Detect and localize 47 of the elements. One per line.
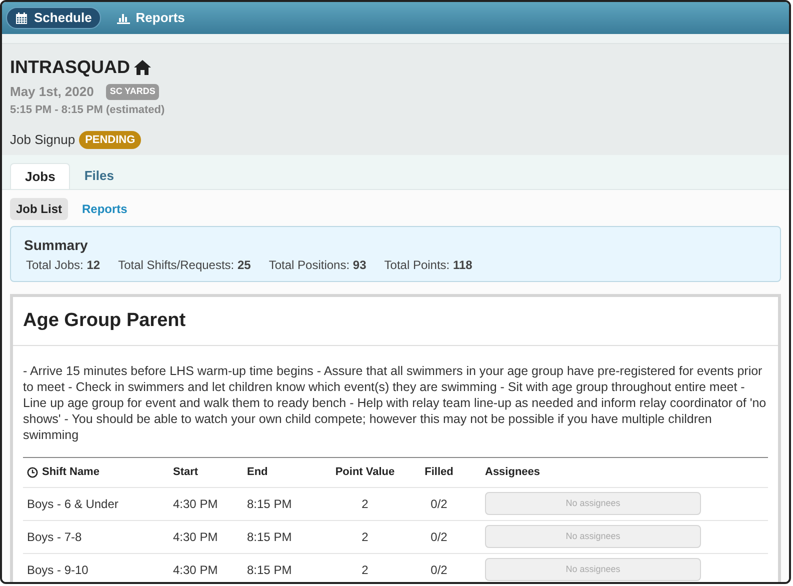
tab[interactable]: Jobs bbox=[10, 163, 70, 189]
summary-stat: Total Positions: 93 bbox=[268, 257, 366, 274]
subtab[interactable]: Reports bbox=[76, 198, 134, 220]
column-header: Assignees bbox=[485, 466, 540, 478]
summary-stat: Total Shifts/Requests: 25 bbox=[118, 257, 251, 274]
column-header: Start bbox=[173, 466, 198, 478]
home-icon bbox=[134, 60, 151, 75]
summary-stat: Total Jobs: 12 bbox=[26, 257, 100, 274]
table-cell: 8:15 PM bbox=[247, 530, 292, 544]
job-description: - Arrive 15 minutes before LHS warm-up time begins - Assure that all swimmers in your age group have pre-registered for events prior to meet - Check in swimmers and let children know which event(s) they are swimming - Sit with age group throughout entire meet - Line up age group for event and walk them to ready bench - Help with relay team line-up as needed and inform relay coordinator of 'no shows' - You should be able to watch your own child compete; however this may not be possible if you have multiple children swimming bbox=[23, 362, 768, 442]
course-badge: SC YARDS bbox=[106, 84, 160, 100]
job-title: Age Group Parent bbox=[23, 309, 187, 333]
meet-title: INTRASQUAD bbox=[10, 56, 130, 79]
clock-icon bbox=[27, 466, 38, 478]
table-cell: 8:15 PM bbox=[247, 562, 292, 576]
subtab[interactable]: Job List bbox=[10, 198, 68, 220]
table-cell: 0/2 bbox=[430, 562, 448, 576]
table-cell: 2 bbox=[362, 496, 368, 510]
assignees-field: No assignees bbox=[485, 492, 701, 515]
meet-time: 5:15 PM - 8:15 PM (estimated) bbox=[10, 102, 166, 118]
nav-tab[interactable]: Reports bbox=[108, 7, 193, 29]
table-cell: 8:15 PM bbox=[247, 496, 292, 510]
table-cell: 0/2 bbox=[430, 530, 448, 544]
column-header: Point Value bbox=[335, 466, 395, 478]
signup-label: Job Signup bbox=[10, 131, 76, 149]
assignees-field: No assignees bbox=[485, 558, 701, 581]
table-cell: 2 bbox=[362, 530, 368, 544]
table-cell: 4:30 PM bbox=[173, 530, 218, 544]
calendar-icon bbox=[15, 12, 28, 24]
table-cell: 4:30 PM bbox=[173, 496, 218, 510]
tab[interactable]: Files bbox=[70, 163, 128, 189]
column-header: Filled bbox=[424, 466, 454, 478]
column-header: Shift Name bbox=[42, 464, 100, 480]
summary-stat: Total Points: 118 bbox=[384, 257, 472, 274]
column-header: End bbox=[247, 466, 268, 478]
table-cell: Boys - 6 & Under bbox=[27, 496, 118, 510]
table-cell: 4:30 PM bbox=[173, 562, 218, 576]
table-cell: Boys - 9-10 bbox=[27, 562, 88, 576]
nav-tab[interactable]: Schedule bbox=[6, 7, 101, 29]
table-cell: 2 bbox=[362, 562, 368, 576]
bar-chart-icon bbox=[116, 12, 130, 24]
table-cell: Boys - 7-8 bbox=[27, 530, 82, 544]
table-cell: 0/2 bbox=[430, 496, 448, 510]
assignees-field: No assignees bbox=[485, 525, 701, 548]
status-badge: PENDING bbox=[79, 130, 142, 149]
meet-date: May 1st, 2020 bbox=[10, 83, 94, 101]
summary-title: Summary bbox=[24, 236, 89, 255]
